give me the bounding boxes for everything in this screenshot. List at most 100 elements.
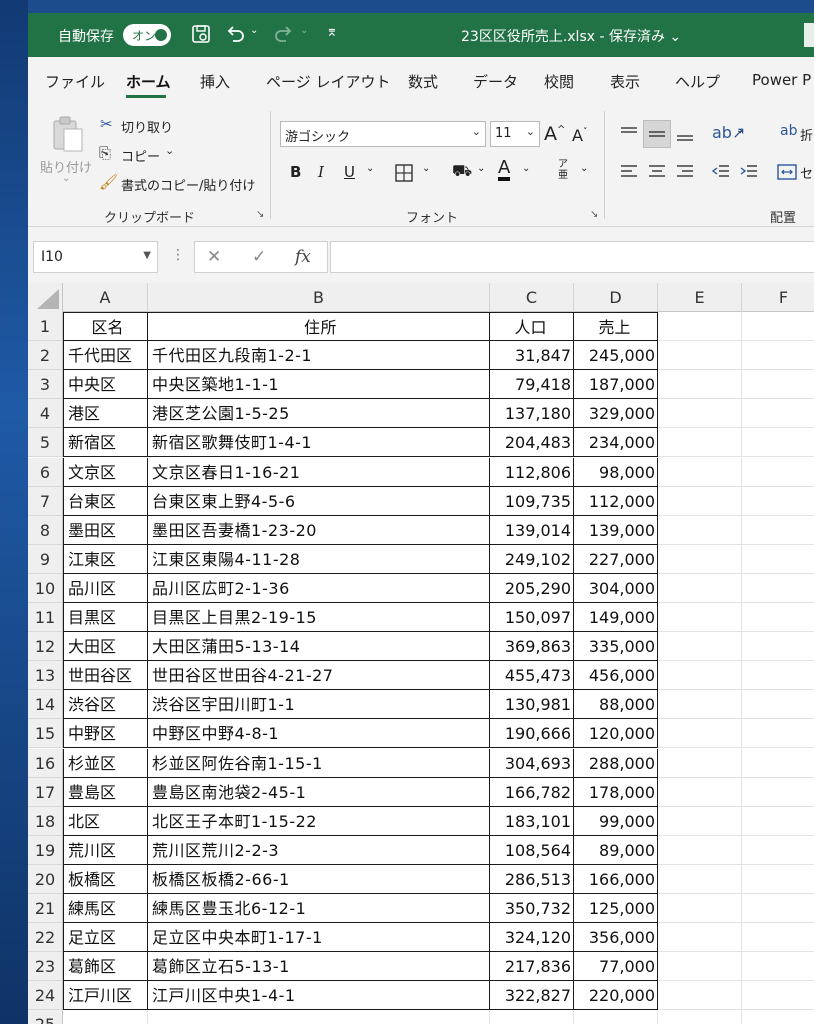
name-box[interactable]: I10 ▼: [33, 241, 158, 273]
cell-empty[interactable]: [658, 399, 742, 429]
row-header[interactable]: 8: [28, 515, 63, 545]
cell-empty[interactable]: [658, 835, 742, 865]
cell-empty[interactable]: [742, 778, 814, 807]
cell-empty[interactable]: [658, 428, 742, 458]
cell-ward-name[interactable]: 台東区: [63, 486, 148, 516]
cell-address[interactable]: 中央区築地1-1-1: [148, 370, 490, 400]
cell-address[interactable]: 大田区蒲田5-13-14: [148, 632, 490, 662]
cell-sales[interactable]: 288,000: [574, 748, 658, 778]
row-header[interactable]: 24: [28, 981, 63, 1011]
align-top-icon[interactable]: [618, 123, 640, 145]
cell-empty[interactable]: [658, 312, 742, 342]
cell-ward-name[interactable]: 港区: [63, 399, 148, 429]
formula-bar-handle-icon[interactable]: ⋮: [171, 247, 185, 263]
redo-dropdown-icon[interactable]: ⌄: [300, 25, 308, 36]
cell-ward-name[interactable]: [63, 1010, 148, 1024]
paste-dropdown-icon[interactable]: ⌄: [62, 173, 70, 184]
cell-sales[interactable]: 99,000: [574, 806, 658, 836]
tab-review[interactable]: 校閲: [544, 71, 574, 92]
autosave-toggle[interactable]: オン: [123, 24, 171, 46]
cell-sales[interactable]: 304,000: [574, 573, 658, 603]
row-header[interactable]: 19: [28, 835, 63, 865]
cell-address[interactable]: 杉並区阿佐谷南1-15-1: [148, 748, 490, 778]
cell-empty[interactable]: [658, 603, 742, 633]
cell-population[interactable]: 150,097: [490, 603, 574, 633]
cell-empty[interactable]: [742, 516, 814, 545]
cell-empty[interactable]: [742, 632, 814, 662]
paste-icon[interactable]: [50, 115, 86, 155]
tab-file[interactable]: ファイル: [45, 71, 105, 92]
cell-sales[interactable]: 125,000: [574, 894, 658, 924]
cell-empty[interactable]: [658, 923, 742, 953]
column-header-c[interactable]: C: [490, 283, 574, 312]
cell-population[interactable]: 109,735: [490, 486, 574, 516]
align-center-icon[interactable]: [646, 161, 668, 183]
row-header[interactable]: 11: [28, 603, 63, 633]
cell-population[interactable]: 205,290: [490, 573, 574, 603]
select-all-button[interactable]: [28, 283, 63, 312]
merge-center-icon[interactable]: [776, 161, 798, 183]
cell-empty[interactable]: [658, 341, 742, 371]
search-box-edge[interactable]: [804, 23, 814, 47]
merge-center-button[interactable]: セ: [800, 163, 813, 182]
cell-sales[interactable]: [574, 1010, 658, 1024]
cell-empty[interactable]: [658, 457, 742, 487]
row-header[interactable]: 18: [28, 806, 63, 836]
cell-population[interactable]: 286,513: [490, 864, 574, 894]
cell-address[interactable]: 中野区中野4-8-1: [148, 719, 490, 749]
clipboard-launcher-icon[interactable]: ↘: [256, 209, 264, 220]
orientation-dropdown-icon[interactable]: ⌄: [736, 125, 744, 136]
cell-empty[interactable]: [742, 458, 814, 487]
cell-empty[interactable]: [658, 981, 742, 1011]
copy-button[interactable]: コピー: [121, 146, 160, 165]
cell-ward-name[interactable]: 江東区: [63, 544, 148, 574]
cell-population[interactable]: 人口: [490, 312, 574, 342]
cell-empty[interactable]: [742, 545, 814, 574]
borders-dropdown-icon[interactable]: ⌄: [422, 163, 430, 174]
cell-population[interactable]: 183,101: [490, 806, 574, 836]
format-painter-button[interactable]: 書式のコピー/貼り付け: [121, 175, 255, 194]
cell-empty[interactable]: [658, 952, 742, 982]
cell-ward-name[interactable]: 目黒区: [63, 603, 148, 633]
cell-address[interactable]: 豊島区南池袋2-45-1: [148, 777, 490, 807]
cell-population[interactable]: 130,981: [490, 690, 574, 720]
cell-address[interactable]: 江戸川区中央1-4-1: [148, 981, 490, 1011]
bold-button[interactable]: B: [290, 163, 301, 181]
cut-button[interactable]: 切り取り: [121, 117, 173, 136]
cell-ward-name[interactable]: 千代田区: [63, 341, 148, 371]
cell-empty[interactable]: [742, 749, 814, 778]
cell-address[interactable]: 足立区中央本町1-17-1: [148, 923, 490, 953]
row-header[interactable]: 9: [28, 544, 63, 574]
cell-sales[interactable]: 329,000: [574, 399, 658, 429]
formula-input[interactable]: [330, 241, 814, 273]
cell-address[interactable]: 世田谷区世田谷4-21-27: [148, 661, 490, 691]
cell-sales[interactable]: 89,000: [574, 835, 658, 865]
wrap-text-button[interactable]: 折: [800, 125, 813, 144]
cell-ward-name[interactable]: 中野区: [63, 719, 148, 749]
cancel-formula-button[interactable]: ✕: [207, 247, 221, 267]
cell-address[interactable]: 葛飾区立石5-13-1: [148, 952, 490, 982]
cell-address[interactable]: 目黒区上目黒2-19-15: [148, 603, 490, 633]
cell-ward-name[interactable]: 品川区: [63, 573, 148, 603]
fill-color-dropdown-icon[interactable]: ⌄: [477, 163, 485, 174]
cell-address[interactable]: 品川区広町2-1-36: [148, 573, 490, 603]
cell-empty[interactable]: [658, 370, 742, 400]
cell-empty[interactable]: [742, 603, 814, 633]
cell-empty[interactable]: [742, 807, 814, 836]
cell-empty[interactable]: [742, 574, 814, 603]
tab-home[interactable]: ホーム: [126, 71, 171, 92]
row-header[interactable]: 21: [28, 894, 63, 924]
decrease-indent-icon[interactable]: [710, 161, 732, 183]
cell-ward-name[interactable]: 新宿区: [63, 428, 148, 458]
cell-ward-name[interactable]: 北区: [63, 806, 148, 836]
cell-ward-name[interactable]: 渋谷区: [63, 690, 148, 720]
cell-ward-name[interactable]: 豊島区: [63, 777, 148, 807]
cell-address[interactable]: 港区芝公園1-5-25: [148, 399, 490, 429]
cell-empty[interactable]: [742, 865, 814, 894]
cell-sales[interactable]: 356,000: [574, 923, 658, 953]
column-header-e[interactable]: E: [658, 283, 742, 312]
cell-address[interactable]: 渋谷区宇田川町1-1: [148, 690, 490, 720]
cell-address[interactable]: 千代田区九段南1-2-1: [148, 341, 490, 371]
cell-sales[interactable]: 335,000: [574, 632, 658, 662]
cell-empty[interactable]: [658, 719, 742, 749]
